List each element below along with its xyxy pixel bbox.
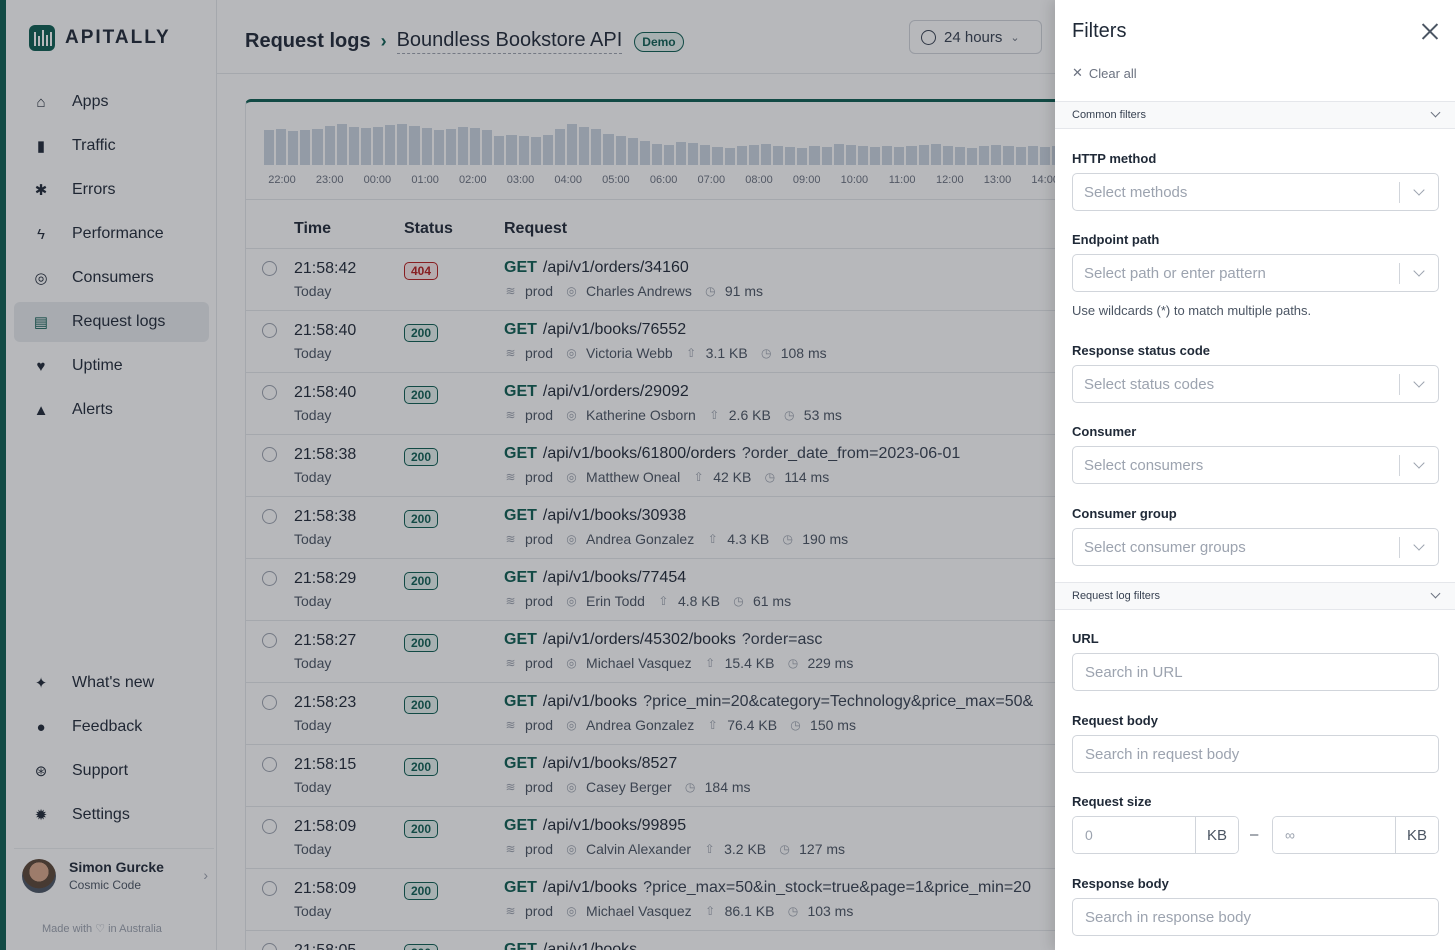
select-divider bbox=[1399, 263, 1400, 284]
chevron-down-icon bbox=[1430, 107, 1441, 118]
close-icon[interactable] bbox=[1421, 22, 1439, 40]
chevron-down-icon bbox=[1413, 184, 1425, 196]
unit-label: KB bbox=[1195, 817, 1238, 853]
select-divider bbox=[1399, 182, 1400, 203]
consumer-group-select[interactable]: Select consumer groups bbox=[1072, 528, 1439, 566]
section-label: Request log filters bbox=[1072, 590, 1161, 602]
request-size-label: Request size bbox=[1072, 794, 1152, 809]
request-log-filters-section-toggle[interactable]: Request log filters bbox=[1055, 582, 1455, 610]
http-method-label: HTTP method bbox=[1072, 151, 1157, 166]
unit-label: KB bbox=[1395, 817, 1438, 853]
consumer-group-label: Consumer group bbox=[1072, 506, 1177, 521]
chevron-down-icon bbox=[1430, 588, 1441, 599]
chevron-down-icon bbox=[1413, 539, 1425, 551]
request-size-max-input[interactable] bbox=[1273, 817, 1395, 853]
modal-backdrop[interactable] bbox=[0, 0, 1055, 950]
section-label: Common filters bbox=[1072, 109, 1146, 121]
http-method-select[interactable]: Select methods bbox=[1072, 173, 1439, 211]
response-body-label: Response body bbox=[1072, 876, 1169, 891]
filters-title: Filters bbox=[1072, 20, 1127, 42]
select-placeholder: Select status codes bbox=[1084, 376, 1215, 393]
select-placeholder: Select consumers bbox=[1084, 457, 1204, 474]
select-placeholder: Select methods bbox=[1084, 184, 1188, 201]
request-body-search-input[interactable] bbox=[1072, 735, 1439, 773]
endpoint-path-label: Endpoint path bbox=[1072, 232, 1160, 247]
url-label: URL bbox=[1072, 631, 1099, 646]
request-size-min-input[interactable] bbox=[1073, 817, 1195, 853]
chevron-down-icon bbox=[1413, 457, 1425, 469]
select-divider bbox=[1399, 455, 1400, 476]
select-placeholder: Select path or enter pattern bbox=[1084, 265, 1266, 282]
endpoint-path-select[interactable]: Select path or enter pattern bbox=[1072, 254, 1439, 292]
range-separator: – bbox=[1250, 826, 1259, 843]
chevron-down-icon bbox=[1413, 376, 1425, 388]
consumer-select[interactable]: Select consumers bbox=[1072, 446, 1439, 484]
common-filters-section-toggle[interactable]: Common filters bbox=[1055, 101, 1455, 129]
status-code-select[interactable]: Select status codes bbox=[1072, 365, 1439, 403]
select-divider bbox=[1399, 374, 1400, 395]
response-body-search-input[interactable] bbox=[1072, 898, 1439, 936]
request-size-min: KB bbox=[1072, 816, 1239, 854]
chevron-down-icon bbox=[1413, 265, 1425, 277]
consumer-label: Consumer bbox=[1072, 424, 1137, 439]
clear-all-button[interactable]: ✕ Clear all bbox=[1072, 65, 1137, 81]
request-size-max: KB bbox=[1272, 816, 1439, 854]
request-body-label: Request body bbox=[1072, 713, 1158, 728]
filters-panel: Filters ✕ Clear all Common filters HTTP … bbox=[1055, 0, 1455, 950]
x-icon: ✕ bbox=[1072, 65, 1083, 80]
status-code-label: Response status code bbox=[1072, 343, 1210, 358]
endpoint-path-hint: Use wildcards (*) to match multiple path… bbox=[1072, 303, 1312, 318]
select-placeholder: Select consumer groups bbox=[1084, 539, 1246, 556]
select-divider bbox=[1399, 537, 1400, 558]
clear-all-label: Clear all bbox=[1088, 65, 1137, 81]
url-search-input[interactable] bbox=[1072, 653, 1439, 691]
